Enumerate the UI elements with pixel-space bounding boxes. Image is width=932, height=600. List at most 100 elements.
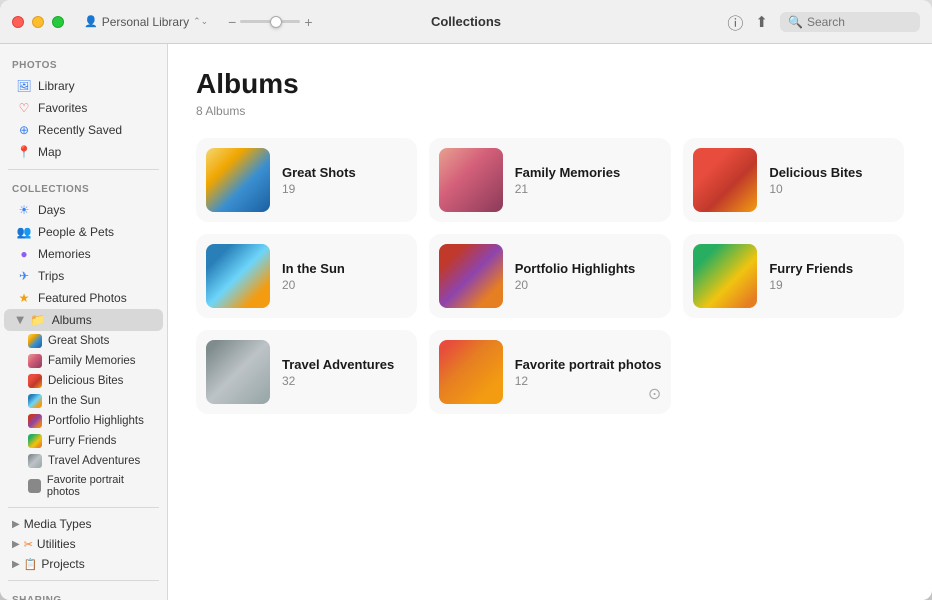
map-icon: 📍 — [16, 144, 32, 160]
album-card-portfolio[interactable]: Portfolio Highlights 20 — [429, 234, 672, 318]
projects-icon: 📋 — [24, 558, 38, 571]
sidebar-item-label: In the Sun — [48, 395, 100, 407]
traffic-lights — [12, 16, 64, 28]
furry-friends-sub-thumb — [28, 434, 42, 448]
sidebar-group-projects[interactable]: ▶ 📋 Projects — [4, 554, 163, 574]
library-icon: 🖼 — [16, 78, 32, 94]
album-name: Family Memories — [515, 165, 662, 180]
search-input[interactable] — [807, 15, 912, 29]
sidebar-sub-item-portrait[interactable]: Favorite portrait photos — [4, 471, 163, 501]
album-thumb-furry-friends — [693, 244, 757, 308]
album-info-family-memories: Family Memories 21 — [515, 165, 662, 196]
search-icon: 🔍 — [788, 15, 803, 29]
album-count-label: 20 — [515, 278, 662, 292]
sidebar-item-label: Favorite portrait photos — [47, 474, 151, 498]
album-thumb-family-memories — [439, 148, 503, 212]
sidebar-group-media-types[interactable]: ▶ Media Types — [4, 514, 163, 534]
sidebar-sub-item-furry-friends[interactable]: Furry Friends — [4, 431, 163, 451]
album-card-travel[interactable]: Travel Adventures 32 — [196, 330, 417, 414]
sidebar-item-favorites[interactable]: ♡ Favorites — [4, 97, 163, 119]
info-icon[interactable]: ⓘ — [727, 10, 743, 34]
album-count-label: 10 — [769, 182, 894, 196]
album-card-in-the-sun[interactable]: In the Sun 20 — [196, 234, 417, 318]
album-thumb-portfolio — [439, 244, 503, 308]
memories-icon: ● — [16, 246, 32, 262]
sidebar-sub-item-in-the-sun[interactable]: In the Sun — [4, 391, 163, 411]
album-card-portrait[interactable]: Favorite portrait photos 12 ⊙ — [429, 330, 672, 414]
album-info-portfolio: Portfolio Highlights 20 — [515, 261, 662, 292]
album-count-label: 32 — [282, 374, 407, 388]
sidebar-item-library[interactable]: 🖼 Library — [4, 75, 163, 97]
sidebar-item-featured-photos[interactable]: ★ Featured Photos — [4, 287, 163, 309]
zoom-slider-track[interactable] — [240, 20, 300, 23]
sidebar-item-days[interactable]: ☀ Days — [4, 199, 163, 221]
album-name: Delicious Bites — [769, 165, 894, 180]
group-label: Projects — [41, 557, 84, 571]
library-chevron-icon: ⌃⌄ — [193, 16, 208, 27]
portfolio-sub-thumb — [28, 414, 42, 428]
maximize-button[interactable] — [52, 16, 64, 28]
album-count-label: 12 — [515, 374, 662, 388]
sidebar-item-people-pets[interactable]: 👥 People & Pets — [4, 221, 163, 243]
sidebar-item-albums[interactable]: ▶ 📁 Albums — [4, 309, 163, 331]
sidebar-sub-item-portfolio[interactable]: Portfolio Highlights — [4, 411, 163, 431]
sidebar-item-label: People & Pets — [38, 225, 114, 239]
sharing-section-label: Sharing — [0, 587, 167, 600]
portrait-action-icon[interactable]: ⊙ — [648, 384, 661, 404]
sidebar-item-label: Map — [38, 145, 61, 159]
album-card-great-shots[interactable]: Great Shots 19 — [196, 138, 417, 222]
album-info-furry-friends: Furry Friends 19 — [769, 261, 894, 292]
titlebar: 👤 Personal Library ⌃⌄ − + Collections ⓘ … — [0, 0, 932, 44]
sidebar-sub-item-family-memories[interactable]: Family Memories — [4, 351, 163, 371]
sidebar-sub-item-travel[interactable]: Travel Adventures — [4, 451, 163, 471]
sidebar-item-label: Great Shots — [48, 335, 109, 347]
share-icon[interactable]: ⬆ — [755, 13, 768, 31]
app-window: 👤 Personal Library ⌃⌄ − + Collections ⓘ … — [0, 0, 932, 600]
sidebar-item-recently-saved[interactable]: ⊕ Recently Saved — [4, 119, 163, 141]
sidebar-item-map[interactable]: 📍 Map — [4, 141, 163, 163]
album-info-great-shots: Great Shots 19 — [282, 165, 407, 196]
album-thumb-travel — [206, 340, 270, 404]
sidebar-sub-item-great-shots[interactable]: Great Shots — [4, 331, 163, 351]
album-name: Favorite portrait photos — [515, 357, 662, 372]
album-name: Travel Adventures — [282, 357, 407, 372]
sidebar-item-label: Furry Friends — [48, 435, 116, 447]
days-icon: ☀ — [16, 202, 32, 218]
album-card-furry-friends[interactable]: Furry Friends 19 — [683, 234, 904, 318]
search-box[interactable]: 🔍 — [780, 12, 920, 32]
page-title: Albums — [196, 68, 904, 100]
divider-2 — [8, 507, 159, 508]
zoom-slider-thumb[interactable] — [270, 16, 282, 28]
great-shots-sub-thumb — [28, 334, 42, 348]
sidebar-item-label: Library — [38, 79, 75, 93]
travel-sub-thumb — [28, 454, 42, 468]
delicious-bites-sub-thumb — [28, 374, 42, 388]
album-card-family-memories[interactable]: Family Memories 21 — [429, 138, 672, 222]
sidebar-item-memories[interactable]: ● Memories — [4, 243, 163, 265]
utilities-chevron-icon: ▶ — [12, 539, 20, 550]
sidebar-item-label: Albums — [52, 313, 92, 327]
sidebar-item-label: Delicious Bites — [48, 375, 123, 387]
favorites-icon: ♡ — [16, 100, 32, 116]
minimize-button[interactable] — [32, 16, 44, 28]
sidebar-sub-item-delicious-bites[interactable]: Delicious Bites — [4, 371, 163, 391]
album-thumb-delicious-bites — [693, 148, 757, 212]
sidebar-group-utilities[interactable]: ▶ ✂ Utilities — [4, 534, 163, 554]
sidebar-item-label: Travel Adventures — [48, 455, 140, 467]
album-count-label: 19 — [769, 278, 894, 292]
zoom-slider-area: − + — [228, 14, 312, 30]
sidebar-item-label: Days — [38, 203, 65, 217]
album-info-travel: Travel Adventures 32 — [282, 357, 407, 388]
zoom-minus-label[interactable]: − — [228, 14, 236, 30]
sidebar-item-label: Family Memories — [48, 355, 136, 367]
main-content: Albums 8 Albums Great Shots 19 Family Me… — [168, 44, 932, 600]
sidebar: Photos 🖼 Library ♡ Favorites ⊕ Recently … — [0, 44, 168, 600]
album-count-label: 20 — [282, 278, 407, 292]
sidebar-item-trips[interactable]: ✈ Trips — [4, 265, 163, 287]
zoom-plus-label[interactable]: + — [304, 14, 312, 30]
divider-1 — [8, 169, 159, 170]
library-selector[interactable]: 👤 Personal Library ⌃⌄ — [84, 15, 208, 29]
close-button[interactable] — [12, 16, 24, 28]
album-info-in-the-sun: In the Sun 20 — [282, 261, 407, 292]
album-card-delicious-bites[interactable]: Delicious Bites 10 — [683, 138, 904, 222]
